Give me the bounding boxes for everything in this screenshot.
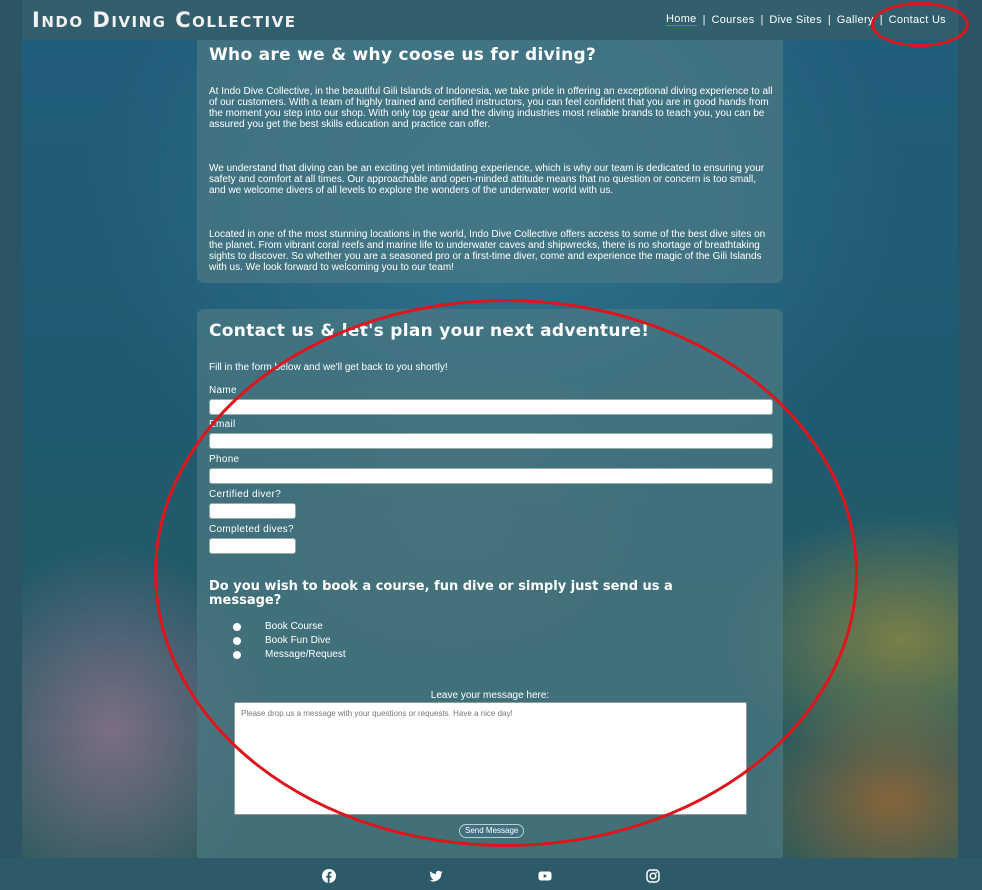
nav-courses[interactable]: Courses: [711, 14, 754, 26]
phone-label: Phone: [209, 454, 240, 465]
radio-label: Book Fun Dive: [265, 635, 331, 646]
radio-button[interactable]: [233, 636, 241, 645]
instagram-icon[interactable]: [646, 869, 660, 883]
message-label: Leave your message here:: [430, 690, 550, 701]
nav-gallery[interactable]: Gallery: [837, 14, 874, 26]
certified-field[interactable]: [209, 503, 296, 519]
twitter-icon[interactable]: [429, 869, 443, 883]
radio-label: Message/Request: [265, 649, 346, 660]
email-field[interactable]: [209, 433, 773, 449]
contact-intro: Fill in the form below and we'll get bac…: [209, 362, 448, 373]
nav-dive-sites[interactable]: Dive Sites: [769, 14, 822, 26]
about-paragraph: At Indo Dive Collective, in the beautifu…: [209, 86, 773, 130]
radio-option[interactable]: Message/Request: [233, 649, 346, 660]
radio-option[interactable]: Book Course: [233, 621, 323, 632]
dives-field[interactable]: [209, 538, 296, 554]
youtube-icon[interactable]: [538, 869, 552, 883]
about-section: Who are we & why coose us for diving? At…: [197, 40, 783, 283]
about-title: Who are we & why coose us for diving?: [209, 45, 597, 65]
facebook-icon[interactable]: [322, 869, 336, 883]
radio-label: Book Course: [265, 621, 323, 632]
about-paragraph: Located in one of the most stunning loca…: [209, 229, 766, 273]
site-header: Indo Diving Collective Home | Courses | …: [22, 0, 958, 40]
nav-separator: |: [760, 13, 764, 26]
phone-field[interactable]: [209, 468, 773, 484]
booking-question: Do you wish to book a course, fun dive o…: [209, 579, 673, 608]
certified-label: Certified diver?: [209, 489, 282, 500]
radio-button[interactable]: [233, 622, 241, 631]
contact-form: Contact us & let's plan your next advent…: [197, 309, 783, 858]
email-label: Email: [209, 419, 236, 430]
contact-title: Contact us & let's plan your next advent…: [209, 321, 650, 341]
send-message-button[interactable]: Send Message: [459, 824, 525, 838]
nav-home[interactable]: Home: [666, 13, 697, 26]
nav-separator: |: [827, 13, 831, 26]
radio-button[interactable]: [233, 650, 241, 659]
nav-contact-us[interactable]: Contact Us: [889, 14, 946, 26]
nav-separator: |: [702, 13, 706, 26]
name-label: Name: [209, 385, 237, 396]
site-footer: [0, 858, 982, 890]
about-paragraph: We understand that diving can be an exci…: [209, 163, 765, 196]
message-textarea[interactable]: Please drop us a message with your quest…: [234, 702, 747, 815]
site-logo[interactable]: Indo Diving Collective: [32, 8, 296, 32]
dives-label: Completed dives?: [209, 524, 294, 535]
nav-separator: |: [879, 13, 883, 26]
name-field[interactable]: [209, 399, 773, 415]
radio-option[interactable]: Book Fun Dive: [233, 635, 331, 646]
main-nav: Home | Courses | Dive Sites | Gallery | …: [666, 13, 946, 26]
